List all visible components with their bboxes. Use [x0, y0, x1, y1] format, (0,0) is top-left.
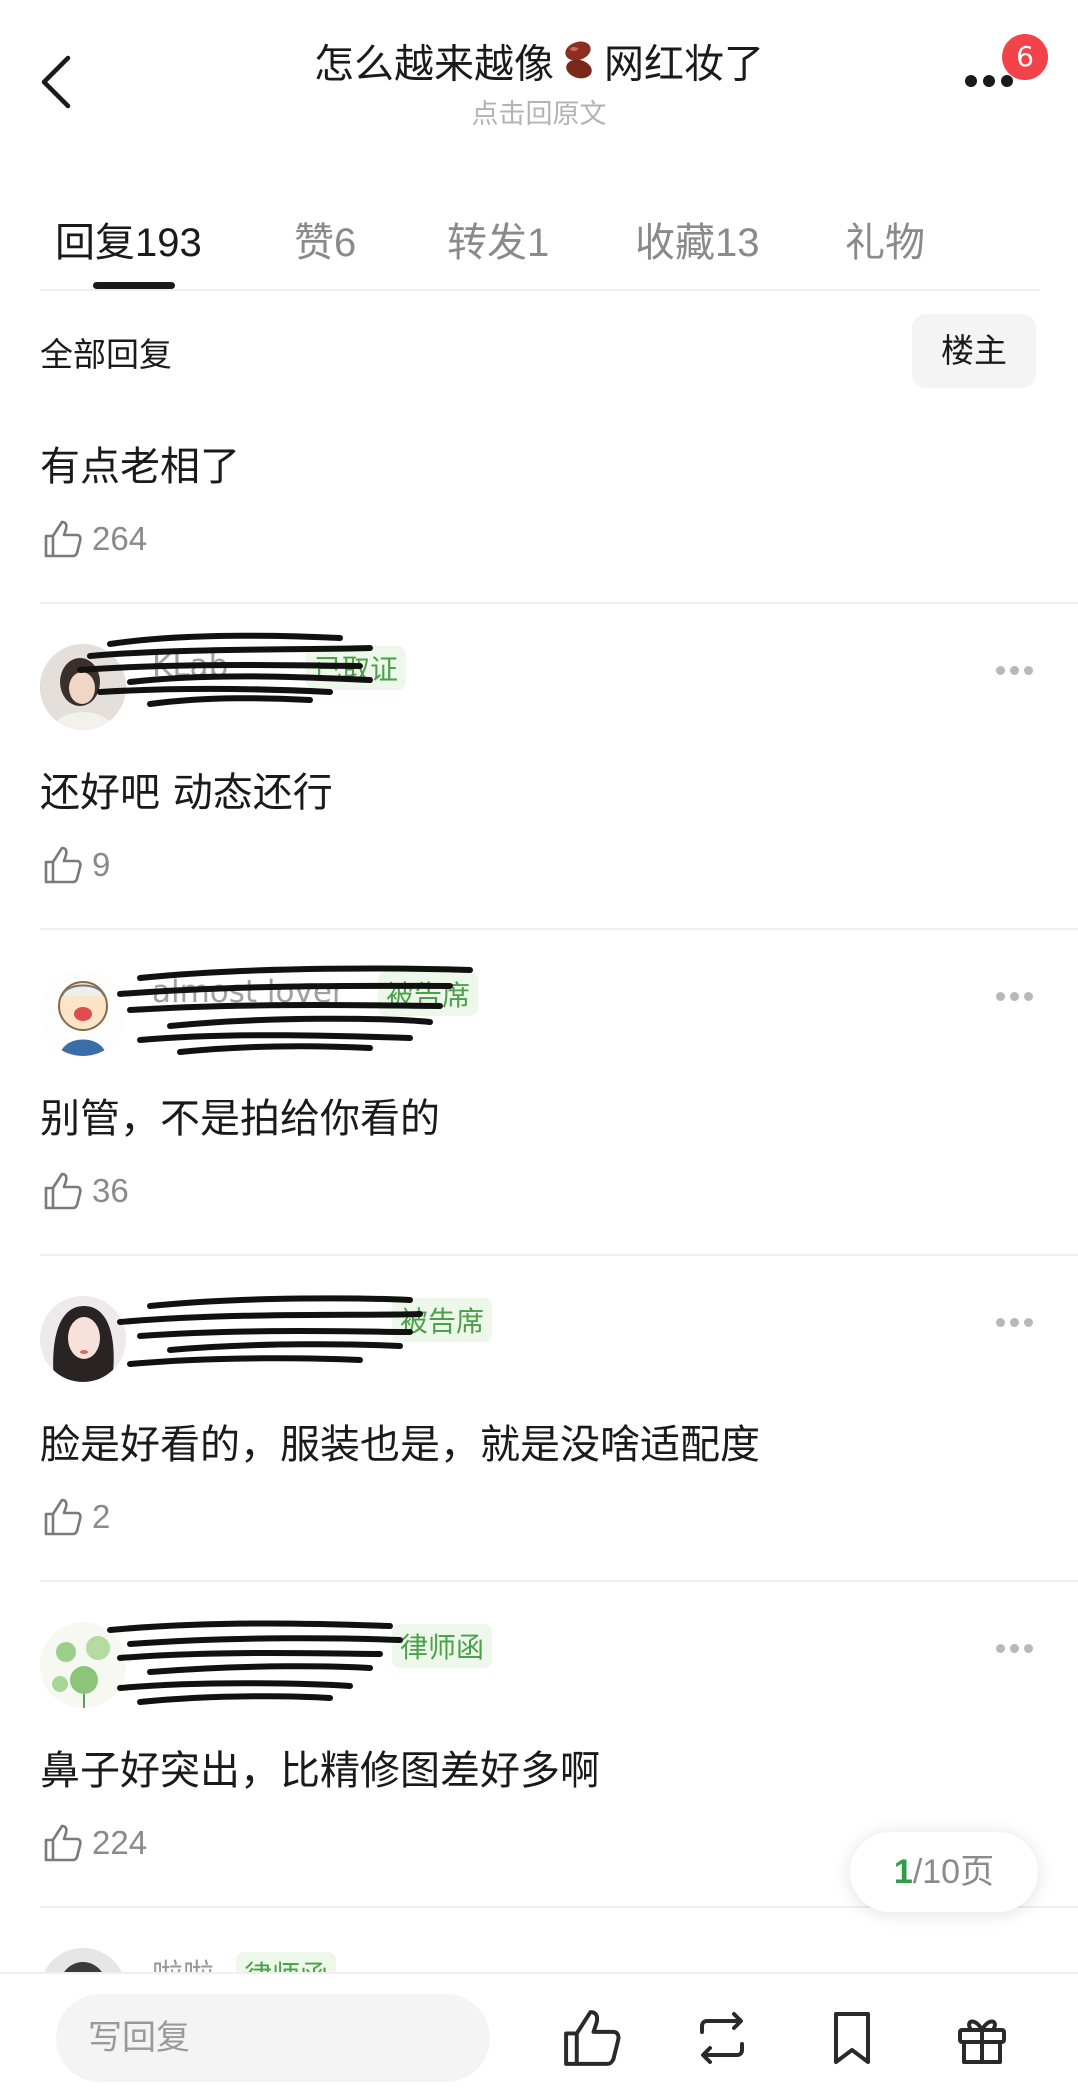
- avatar[interactable]: [40, 1296, 126, 1382]
- gift-icon[interactable]: [950, 2006, 1014, 2070]
- comment-text: 脸是好看的，服装也是，就是没啥适配度: [40, 1422, 760, 1468]
- user-tag: 律师函: [392, 1624, 493, 1668]
- notification-badge: 6: [1002, 34, 1048, 80]
- divider: [40, 928, 1078, 930]
- repost-icon[interactable]: [690, 2006, 754, 2070]
- like-count: 36: [92, 1172, 129, 1209]
- tab-reposts[interactable]: 转发1: [447, 210, 549, 268]
- avatar[interactable]: [40, 970, 126, 1056]
- thumbs-up-icon[interactable]: [560, 2006, 624, 2070]
- like-count: 2: [92, 1498, 111, 1535]
- page-indicator[interactable]: 1/10页: [850, 1832, 1038, 1912]
- bookmark-icon[interactable]: [820, 2006, 884, 2070]
- tab-replies[interactable]: 回复193: [55, 210, 202, 268]
- tab-likes[interactable]: 赞6: [294, 210, 356, 268]
- bean-emoji-icon: [560, 38, 598, 95]
- reply-input[interactable]: 写回复: [56, 1994, 490, 2082]
- username[interactable]: almost lover: [152, 974, 345, 1010]
- redaction-scribble: [107, 1620, 403, 1705]
- comment-text: 还好吧 动态还行: [40, 770, 333, 816]
- tab-gifts[interactable]: 礼物: [845, 210, 925, 268]
- active-tab-indicator: [93, 282, 175, 289]
- divider: [40, 289, 1040, 291]
- comment-more-icon[interactable]: [996, 1312, 1040, 1327]
- title-text-right: 网红妆了: [604, 41, 764, 88]
- tab-bar: 回复193 赞6 转发1 收藏13 礼物: [0, 190, 1078, 290]
- title-text-left: 怎么越来越像: [314, 41, 554, 88]
- like-count: 9: [92, 846, 111, 883]
- all-replies-heading: 全部回复: [40, 335, 172, 374]
- comment-more-icon[interactable]: [996, 660, 1040, 675]
- tab-favorites[interactable]: 收藏13: [635, 210, 760, 268]
- back-to-original-link[interactable]: 点击回原文: [0, 92, 1078, 131]
- page-title[interactable]: 怎么越来越像 网红妆了: [0, 38, 1078, 95]
- thumbs-up-icon: [44, 520, 82, 558]
- thumbs-up-icon: [44, 1498, 82, 1536]
- thumbs-up-icon: [44, 846, 82, 884]
- divider: [40, 1580, 1078, 1582]
- comment-more-icon[interactable]: [996, 1638, 1040, 1653]
- avatar[interactable]: [40, 644, 126, 730]
- user-tag: 已取证: [306, 646, 407, 690]
- thumbs-up-icon: [44, 1824, 82, 1862]
- header: 怎么越来越像 网红妆了 点击回原文 6: [0, 0, 1078, 150]
- like-count: 264: [92, 520, 148, 557]
- bottom-action-bar: 写回复: [0, 1972, 1078, 2095]
- comment-text: 鼻子好突出，比精修图差好多啊: [40, 1748, 600, 1794]
- divider: [40, 1254, 1078, 1256]
- comment-text: 别管，不是拍给你看的: [40, 1096, 440, 1142]
- redaction-scribble: [117, 1295, 423, 1367]
- thumbs-up-icon: [44, 1172, 82, 1210]
- comment-text: 有点老相了: [40, 444, 240, 490]
- user-tag: 被告席: [392, 1298, 493, 1342]
- op-only-filter-button[interactable]: 楼主: [912, 314, 1036, 388]
- avatar[interactable]: [40, 1622, 126, 1708]
- like-count: 224: [92, 1824, 148, 1861]
- divider: [40, 602, 1078, 604]
- username[interactable]: KLab: [152, 648, 228, 684]
- comment-more-icon[interactable]: [996, 986, 1040, 1001]
- user-tag: 被告席: [378, 972, 479, 1016]
